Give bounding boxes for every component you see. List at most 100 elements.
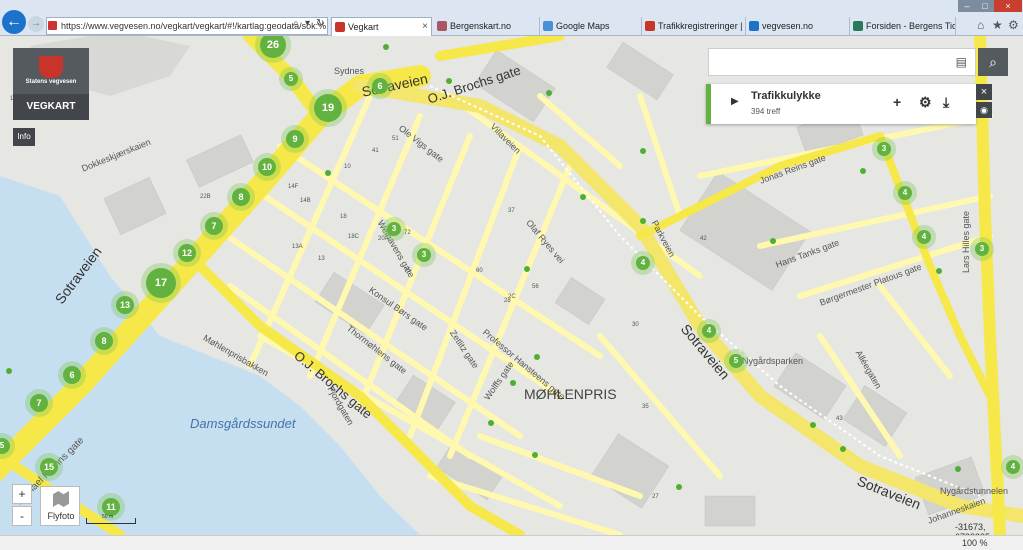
zoom-in-button[interactable]: + [12,484,32,504]
visibility-icon[interactable]: ◉ [976,102,992,118]
flyfoto-button[interactable]: Flyfoto [40,486,80,526]
minimize-button[interactable]: – [958,0,976,12]
house-number: 14B [300,198,311,204]
accident-cluster[interactable]: 6 [372,78,388,94]
house-number: 75 [404,268,411,274]
accident-marker[interactable] [325,170,331,176]
house-number: 37 [508,208,515,214]
accident-marker[interactable] [640,148,646,154]
accident-marker[interactable] [510,380,516,386]
accident-marker[interactable] [446,78,452,84]
accident-marker[interactable] [640,218,646,224]
accident-marker[interactable] [580,194,586,200]
tab-label: Trafikkregistreringer | St... [658,21,745,31]
accident-cluster[interactable]: 4 [898,186,912,200]
accident-cluster[interactable]: 8 [95,332,113,350]
house-number: 72 [404,230,411,236]
accident-marker[interactable] [840,446,846,452]
accident-marker[interactable] [936,268,942,274]
accident-cluster[interactable]: 5 [284,72,298,86]
accident-marker[interactable] [955,466,961,472]
expand-icon[interactable]: ▶ [731,96,739,107]
back-button[interactable]: ← [2,10,26,34]
accident-marker[interactable] [546,90,552,96]
accident-cluster[interactable]: 17 [146,268,176,298]
accident-marker[interactable] [534,354,540,360]
accident-cluster[interactable]: 19 [314,94,342,122]
accident-marker[interactable] [860,168,866,174]
house-number: 35 [642,404,649,410]
zoom-out-button[interactable]: - [12,506,32,526]
street-label: Nygårdstunnelen [940,486,1009,496]
close-window-button[interactable]: × [994,0,1022,12]
search-button[interactable]: ⌕ [978,48,1008,76]
crown-icon [39,56,63,78]
search-input[interactable]: ▤ [708,48,976,76]
accident-cluster[interactable]: 10 [258,158,276,176]
layers-icon[interactable]: ▤ [956,55,967,69]
house-number: 42 [700,236,707,242]
accident-marker[interactable] [524,266,530,272]
settings-gear-icon[interactable]: ⚙ [1008,18,1019,32]
dropdown-icon[interactable]: ▾ [305,18,310,29]
accident-marker[interactable] [488,420,494,426]
accident-marker[interactable] [6,368,12,374]
house-number: 27 [652,494,659,500]
tab-google-maps[interactable]: Google Maps [540,17,642,36]
area-label: MØHLENPRIS [524,386,617,402]
close-icon[interactable]: × [976,84,992,100]
accident-cluster[interactable]: 3 [877,142,891,156]
tab-vegvesen[interactable]: vegvesen.no [746,17,850,36]
accident-cluster[interactable]: 13 [116,296,134,314]
map-icon [53,491,69,507]
house-number: 2C [508,294,516,300]
home-icon[interactable]: ⌂ [977,18,984,32]
tab-trafikkregistreringer[interactable]: Trafikkregistreringer | St... [642,17,746,36]
accident-marker[interactable] [383,44,389,50]
close-icon[interactable]: × [422,18,428,36]
house-number: 13 [318,256,325,262]
tab-bergens-tidende[interactable]: Forsiden - Bergens Tide... [850,17,956,36]
accident-cluster[interactable]: 4 [1006,460,1020,474]
search-icon[interactable]: ⌕ [293,18,299,29]
accident-cluster[interactable]: 3 [417,248,431,262]
download-icon[interactable]: ⤓ [943,94,949,111]
accident-marker[interactable] [532,452,538,458]
address-bar[interactable]: https://www.vegvesen.no/vegkart/vegkart/… [46,17,328,35]
tab-vegkart[interactable]: Vegkart × [331,17,432,36]
add-icon[interactable]: + [893,94,901,110]
accident-cluster[interactable]: 7 [205,217,223,235]
flyfoto-label: Flyfoto [47,511,75,521]
layer-panel: ▶ Trafikkulykke 394 treff + ⚙ ⤓ [706,84,976,124]
accident-cluster[interactable]: 9 [286,130,304,148]
tab-bergenskart[interactable]: Bergenskart.no [434,17,540,36]
info-button[interactable]: Info [13,128,35,146]
refresh-icon[interactable]: ↻ [316,18,324,29]
street-label: Nygårdsparken [742,356,804,366]
app-title: VEGKART [13,94,89,120]
accident-cluster[interactable]: 8 [232,188,250,206]
accident-cluster[interactable]: 4 [636,256,650,270]
accident-cluster[interactable]: 15 [40,458,58,476]
forward-button[interactable]: → [28,16,44,32]
accident-marker[interactable] [810,422,816,428]
accident-cluster[interactable]: 5 [729,354,743,368]
maximize-button[interactable]: □ [976,0,994,12]
accident-cluster[interactable]: 3 [387,222,401,236]
accident-marker[interactable] [770,238,776,244]
accident-cluster[interactable]: 6 [63,366,81,384]
scale-label: 50 m [102,514,114,520]
accident-marker[interactable] [676,484,682,490]
settings-icon[interactable]: ⚙ [919,94,932,111]
app-logo[interactable]: Statens vegvesen VEGKART [13,48,89,120]
accident-cluster[interactable]: 4 [702,324,716,338]
street-label: Sydnes [334,66,365,76]
house-number: 30 [632,322,639,328]
accident-cluster[interactable]: 12 [178,244,196,262]
accident-cluster[interactable]: 3 [975,242,989,256]
zoom-level[interactable]: 100 % [962,538,988,548]
favorites-icon[interactable]: ★ [992,18,1003,32]
accident-cluster[interactable]: 7 [30,394,48,412]
house-number: 51 [392,136,399,142]
accident-cluster[interactable]: 4 [917,230,931,244]
